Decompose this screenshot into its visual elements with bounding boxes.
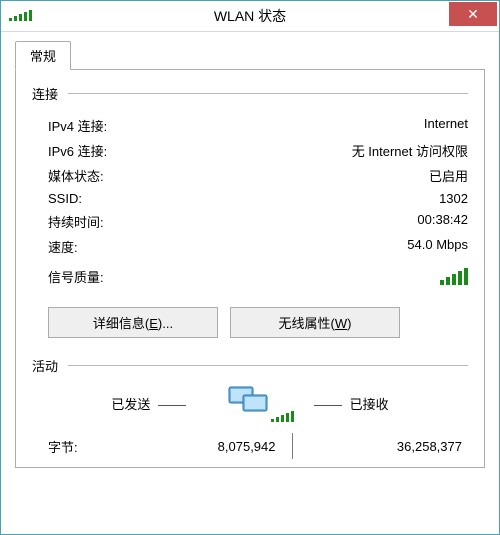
dash-icon: [158, 405, 186, 406]
duration-row: 持续时间: 00:38:42: [32, 209, 468, 234]
tabstrip: 常规: [15, 42, 485, 70]
divider: [68, 365, 468, 366]
ipv6-row: IPv6 连接: 无 Internet 访问权限: [32, 138, 468, 163]
ssid-value: 1302: [439, 191, 468, 206]
signal-bars-icon: [271, 410, 294, 425]
details-button[interactable]: 详细信息(E)...: [48, 307, 218, 338]
ipv4-value: Internet: [424, 116, 468, 135]
activity-section-head: 活动: [32, 356, 468, 375]
bytes-sent-value: 8,075,942: [116, 439, 292, 454]
connection-section-label: 连接: [32, 84, 58, 103]
speed-label: 速度:: [48, 237, 78, 256]
wifi-icon: [9, 9, 32, 24]
titlebar: WLAN 状态 ✕: [1, 1, 499, 32]
tab-general[interactable]: 常规: [15, 41, 71, 70]
signal-bars-icon: [440, 267, 468, 288]
media-row: 媒体状态: 已启用: [32, 163, 468, 188]
dash-icon: [314, 405, 342, 406]
signal-label: 信号质量:: [48, 267, 104, 288]
ipv6-value: 无 Internet 访问权限: [352, 141, 468, 160]
media-value: 已启用: [429, 166, 468, 185]
wlan-status-window: WLAN 状态 ✕ 常规 连接 IPv4 连接: Internet IPv6 连…: [0, 0, 500, 535]
ipv4-label: IPv4 连接:: [48, 116, 107, 135]
ssid-row: SSID: 1302: [32, 188, 468, 209]
duration-label: 持续时间:: [48, 212, 104, 231]
signal-row: 信号质量:: [32, 259, 468, 291]
network-computers-icon: [210, 383, 290, 423]
ssid-label: SSID:: [48, 191, 82, 206]
bytes-received-value: 36,258,377: [293, 439, 469, 454]
speed-value: 54.0 Mbps: [407, 237, 468, 256]
divider: [68, 93, 468, 94]
duration-value: 00:38:42: [417, 212, 468, 231]
activity-section-label: 活动: [32, 356, 58, 375]
wireless-properties-button[interactable]: 无线属性(W): [230, 307, 400, 338]
sent-label: 已发送: [32, 394, 210, 413]
general-panel: 连接 IPv4 连接: Internet IPv6 连接: 无 Internet…: [15, 70, 485, 468]
window-title: WLAN 状态: [1, 6, 499, 26]
bytes-label: 字节:: [48, 437, 116, 456]
connection-section-head: 连接: [32, 84, 468, 103]
close-button[interactable]: ✕: [449, 2, 497, 26]
ipv4-row: IPv4 连接: Internet: [32, 113, 468, 138]
speed-row: 速度: 54.0 Mbps: [32, 234, 468, 259]
received-label: 已接收: [290, 394, 468, 413]
media-label: 媒体状态:: [48, 166, 104, 185]
ipv6-label: IPv6 连接:: [48, 141, 107, 160]
